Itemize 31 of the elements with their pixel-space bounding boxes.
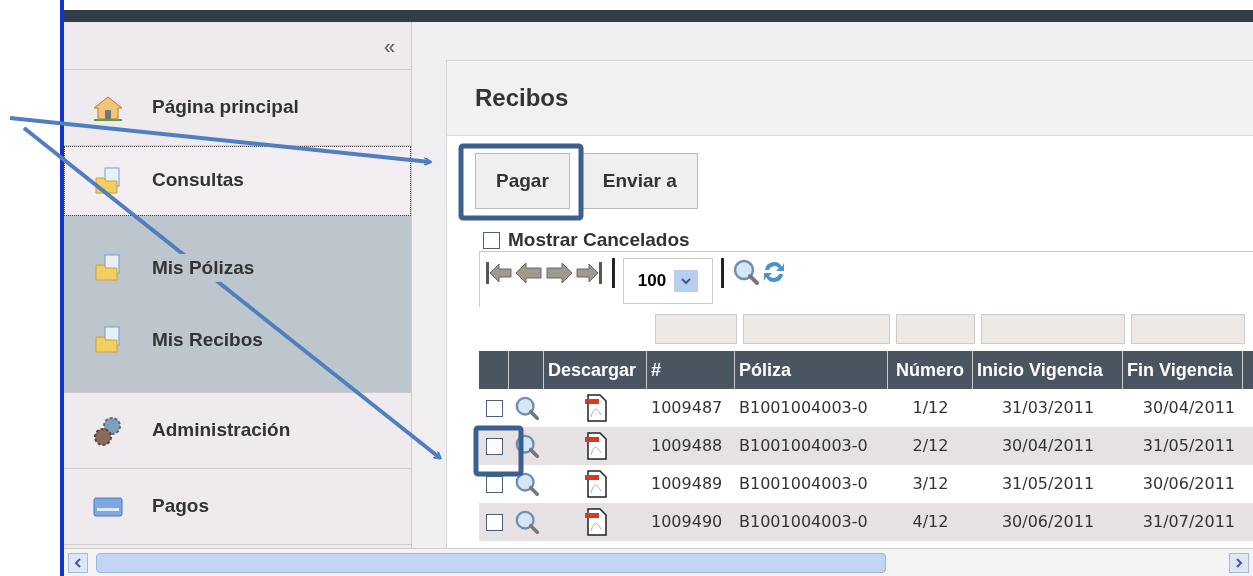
collapse-button[interactable]: « xyxy=(383,30,395,61)
table-cell-text: 1009489 xyxy=(650,473,724,495)
sidebar-item[interactable]: Consultas xyxy=(64,146,411,216)
table-cell-text: 3/12 xyxy=(911,473,950,495)
table-cell-text: 1009488 xyxy=(650,435,724,457)
table-cell-text: 4/12 xyxy=(911,511,950,533)
table-cell-text: 31/03/2011 xyxy=(1000,397,1096,419)
checkbox-label: Mostrar Cancelados xyxy=(508,227,690,252)
table-cell-text: B1001004003-0 xyxy=(738,473,869,495)
table-cell-text: 31/05/2011 xyxy=(1000,473,1096,495)
table-cell-text: 31/05/2011 xyxy=(1141,435,1236,457)
table-row[interactable]: 1009488 B1001004003-0 2/12 30/04/2011 31/05/2011 xyxy=(479,427,1253,465)
table-cell-text: B1001004003-0 xyxy=(738,511,869,533)
table-cell-text: 1009487 xyxy=(650,397,724,419)
table-cell-text: 1/12 xyxy=(911,397,950,419)
table-cell-text: 30/06/2011 xyxy=(1000,511,1096,533)
sidebar-item[interactable]: Mis Pólizas xyxy=(64,232,411,304)
table-cell-text: 30/04/2011 xyxy=(1141,397,1236,419)
table-cell-text: 30/04/2011 xyxy=(1000,435,1096,457)
table-cell-text: 30/06/2011 xyxy=(1141,473,1236,495)
sidebar-item[interactable]: Mis Recibos xyxy=(64,304,411,376)
table-cell-text: 1009490 xyxy=(650,511,724,533)
toolbar-button[interactable]: Enviar a xyxy=(581,153,698,209)
panel-title: Recibos xyxy=(475,83,569,113)
table-cell-text: 31/07/2011 xyxy=(1141,511,1236,533)
table-row[interactable]: 1009490 B1001004003-0 4/12 30/06/2011 31/07/2011 xyxy=(479,503,1253,541)
toolbar-button[interactable]: Pagar xyxy=(475,153,570,209)
table-cell-text: B1001004003-0 xyxy=(738,397,869,419)
page-size-select[interactable]: 100 xyxy=(623,258,713,304)
table-cell-text: B1001004003-0 xyxy=(738,435,869,457)
table-cell-text: 2/12 xyxy=(911,435,950,457)
